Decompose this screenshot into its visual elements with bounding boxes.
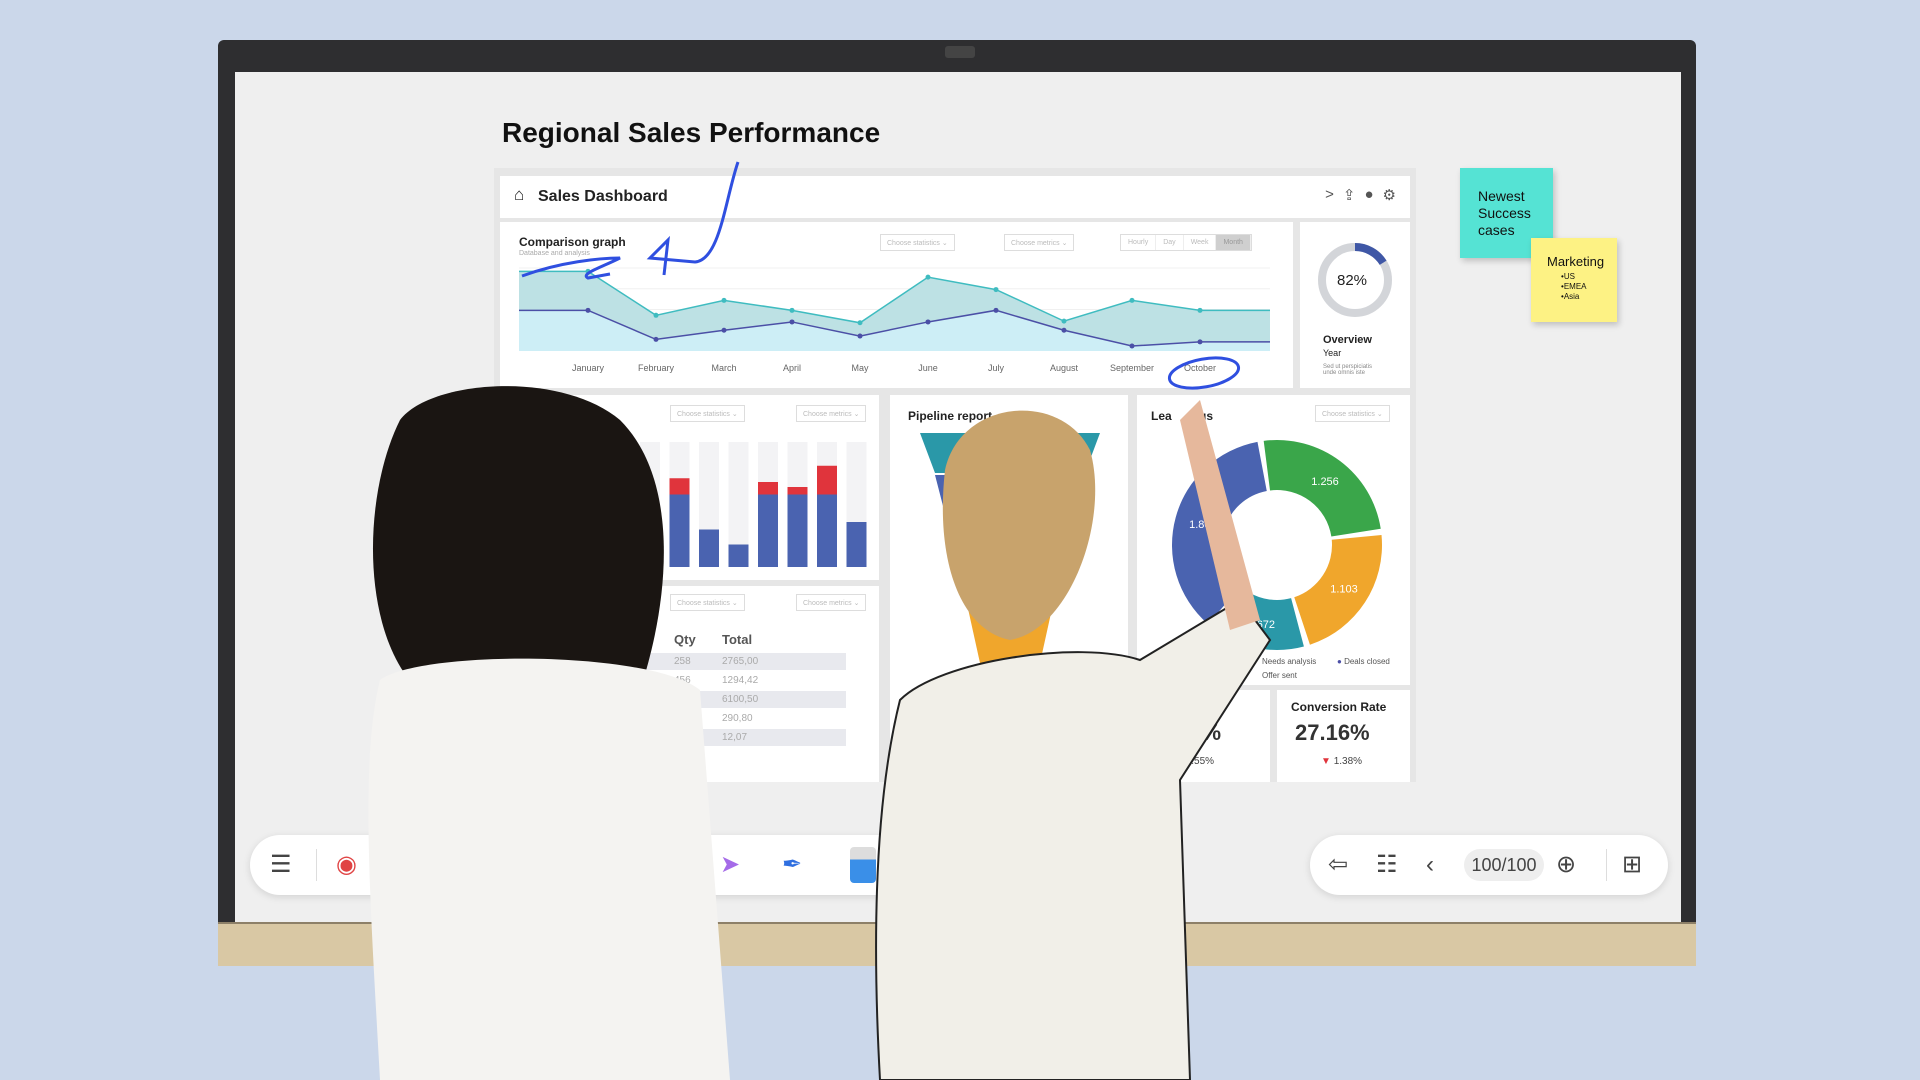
presenter-right-hair [942,410,1096,640]
presenters-photo [368,386,1272,1080]
presenter-left-hair [372,386,664,700]
presenter-right-shirt [875,598,1272,1080]
presenter-right-arm [1180,400,1260,630]
presenter-left-blouse [368,658,730,1080]
